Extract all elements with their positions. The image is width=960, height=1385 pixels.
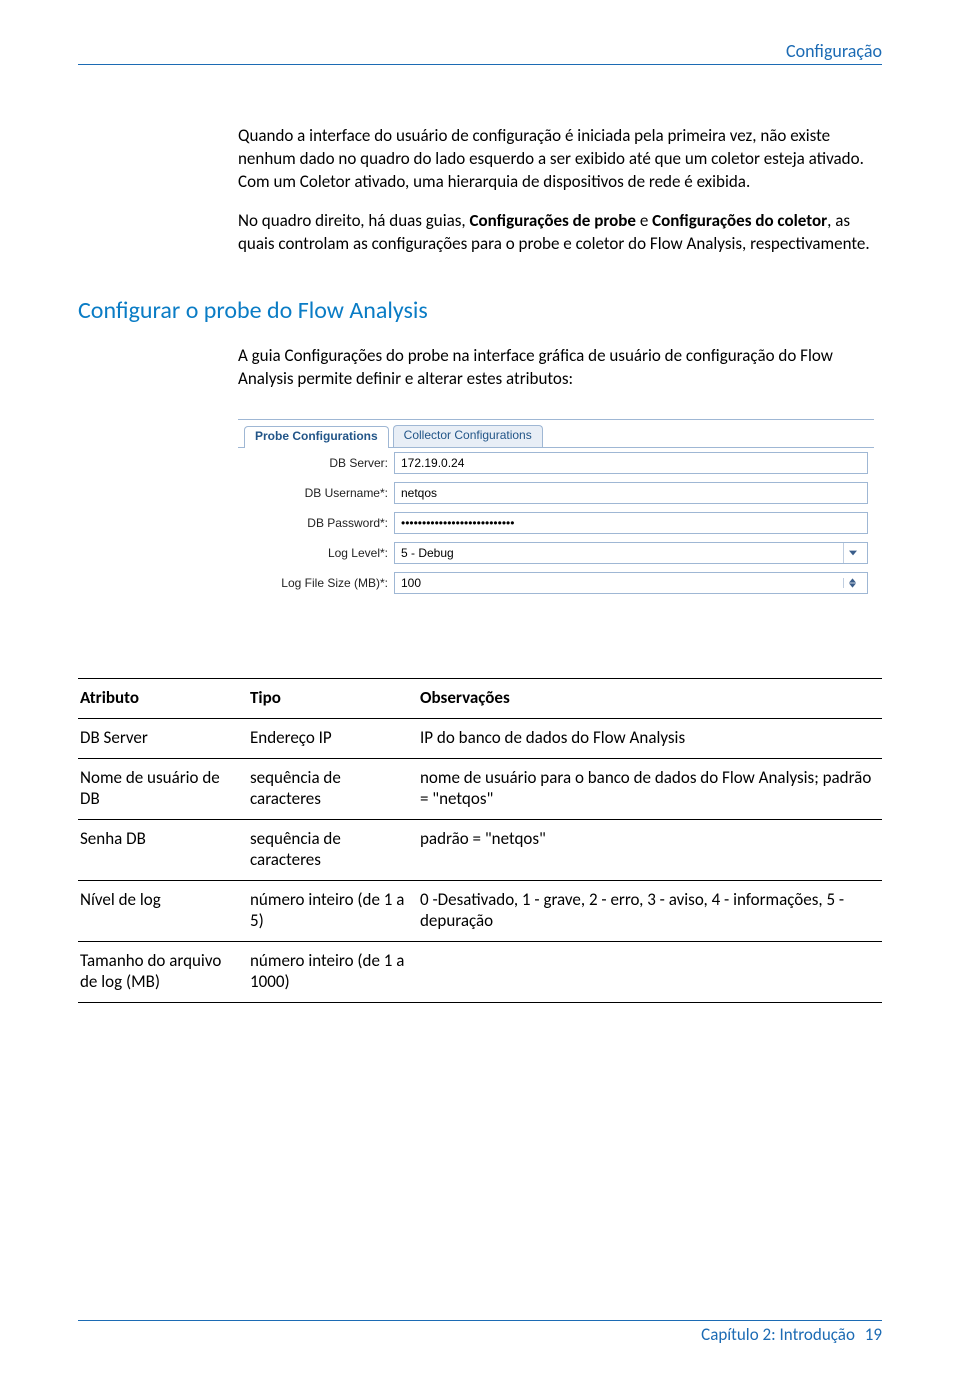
label-log-level: Log Level*: — [244, 546, 394, 560]
tab-probe-configurations[interactable]: Probe Configurations — [244, 426, 389, 448]
table-row: Nível de log número inteiro (de 1 a 5) 0… — [78, 880, 882, 941]
label-db-server: DB Server: — [244, 456, 394, 470]
input-db-username[interactable]: netqos — [394, 482, 868, 504]
cell-obs: IP do banco de dados do Flow Analysis — [418, 718, 882, 758]
cell-obs: nome de usuário para o banco de dados do… — [418, 758, 882, 819]
page-header-title: Configuração — [78, 40, 882, 65]
footer-page-number: 19 — [865, 1324, 882, 1345]
label-db-password: DB Password*: — [244, 516, 394, 530]
row-db-password: DB Password*: ••••••••••••••••••••••••••… — [238, 508, 874, 538]
cell-attr: DB Server — [78, 718, 248, 758]
row-db-username: DB Username*: netqos — [238, 478, 874, 508]
cell-obs: 0 -Desativado, 1 - grave, 2 - erro, 3 - … — [418, 880, 882, 941]
row-log-level: Log Level*: 5 - Debug — [238, 538, 874, 568]
probe-config-screenshot: Probe Configurations Collector Configura… — [238, 419, 874, 598]
paragraph-intro-2: No quadro direito, há duas guias, Config… — [238, 210, 882, 256]
chevron-down-icon — [843, 543, 861, 563]
cell-tipo: Endereço IP — [248, 718, 418, 758]
chevron-down-icon[interactable] — [844, 583, 861, 588]
cell-attr: Tamanho do arquivo de log (MB) — [78, 941, 248, 1002]
table-row: Senha DB sequência de caracteres padrão … — [78, 819, 882, 880]
tab-collector-configurations[interactable]: Collector Configurations — [393, 425, 543, 447]
row-log-file-size: Log File Size (MB)*: 100 — [238, 568, 874, 598]
cell-tipo: sequência de caracteres — [248, 758, 418, 819]
input-db-server[interactable]: 172.19.0.24 — [394, 452, 868, 474]
cell-attr: Nome de usuário de DB — [78, 758, 248, 819]
cell-attr: Senha DB — [78, 819, 248, 880]
table-header-row: Atributo Tipo Observações — [78, 678, 882, 718]
value-db-server: 172.19.0.24 — [401, 456, 464, 470]
cell-tipo: número inteiro (de 1 a 5) — [248, 880, 418, 941]
paragraph-intro-1: Quando a interface do usuário de configu… — [238, 125, 882, 194]
header-atributo: Atributo — [78, 678, 248, 718]
cell-attr: Nível de log — [78, 880, 248, 941]
header-observacoes: Observações — [418, 678, 882, 718]
table-row: DB Server Endereço IP IP do banco de dad… — [78, 718, 882, 758]
row-db-server: DB Server: 172.19.0.24 — [238, 448, 874, 478]
table-row: Nome de usuário de DB sequência de carac… — [78, 758, 882, 819]
spinner-buttons — [843, 578, 861, 588]
page-footer: Capítulo 2: Introdução 19 — [78, 1320, 882, 1345]
p2-middle: e — [636, 210, 652, 231]
section-heading: Configurar o probe do Flow Analysis — [78, 296, 882, 325]
value-log-file-size: 100 — [401, 576, 421, 590]
section-intro: A guia Configurações do probe na interfa… — [238, 345, 882, 391]
cell-obs — [418, 941, 882, 1002]
footer-chapter: Capítulo 2: Introdução — [701, 1324, 855, 1345]
cell-obs: padrão = "netqos" — [418, 819, 882, 880]
cell-tipo: número inteiro (de 1 a 1000) — [248, 941, 418, 1002]
input-db-password[interactable]: ••••••••••••••••••••••••••• — [394, 512, 868, 534]
value-log-level: 5 - Debug — [401, 546, 454, 560]
attributes-table: Atributo Tipo Observações DB Server Ende… — [78, 678, 882, 1003]
p2-bold-1: Configurações de probe — [469, 210, 636, 231]
p2-bold-2: Configurações do coletor — [652, 210, 827, 231]
cell-tipo: sequência de caracteres — [248, 819, 418, 880]
table-row: Tamanho do arquivo de log (MB) número in… — [78, 941, 882, 1002]
config-tabs: Probe Configurations Collector Configura… — [238, 420, 874, 448]
value-db-username: netqos — [401, 486, 437, 500]
select-log-level[interactable]: 5 - Debug — [394, 542, 868, 564]
header-tipo: Tipo — [248, 678, 418, 718]
label-log-file-size: Log File Size (MB)*: — [244, 576, 394, 590]
spinner-log-file-size[interactable]: 100 — [394, 572, 868, 594]
p2-prefix: No quadro direito, há duas guias, — [238, 210, 469, 231]
value-db-password: ••••••••••••••••••••••••••• — [401, 516, 514, 530]
label-db-username: DB Username*: — [244, 486, 394, 500]
